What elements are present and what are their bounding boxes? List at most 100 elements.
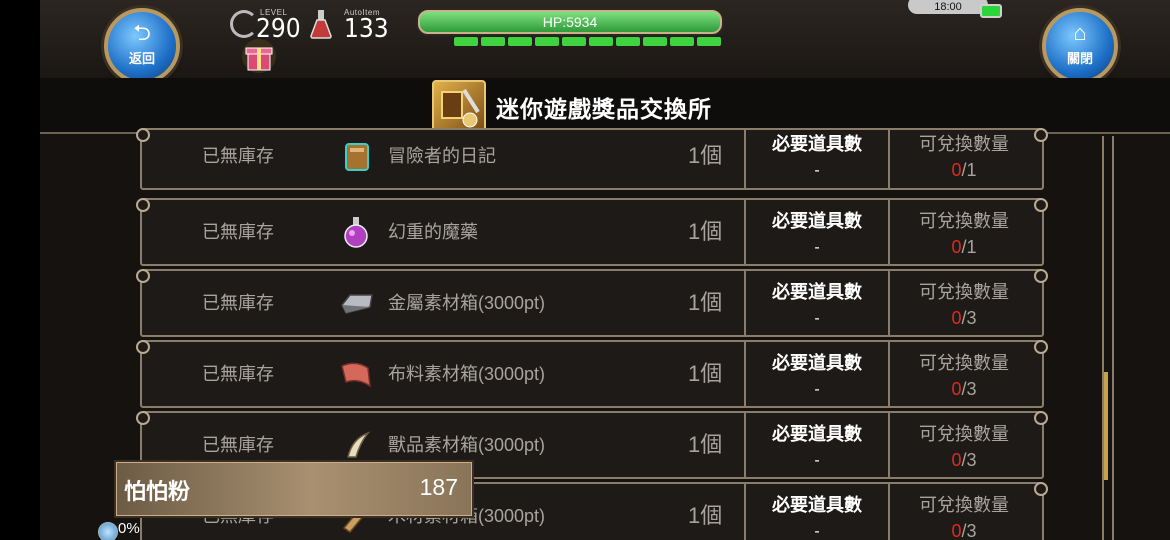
required-header: 必要道具數 (772, 211, 862, 231)
autoitem-value: 133 (344, 14, 389, 44)
exp-text: 0% (118, 520, 140, 537)
currency-name: 怕怕粉 (124, 479, 191, 504)
required-items-cell: 必要道具數 - (744, 200, 890, 264)
exchange-count: 0/3 (888, 379, 1040, 400)
exchange-current: 0 (951, 521, 962, 540)
exchange-max: /3 (961, 521, 977, 540)
stock-status: 已無庫存 (202, 222, 274, 242)
scrollbar-thumb[interactable] (1104, 372, 1108, 480)
required-header: 必要道具數 (772, 424, 862, 444)
back-button[interactable]: ⮌ 返回 (104, 8, 180, 84)
currency-panel: 怕怕粉 187 (114, 460, 474, 518)
hp-segment (616, 37, 640, 46)
hp-segment (643, 37, 667, 46)
back-button-label: 返回 (128, 51, 155, 66)
item-name: 布料素材箱(3000pt) (388, 364, 546, 384)
hp-segment (454, 37, 478, 46)
item-quantity: 1個 (688, 503, 723, 528)
stock-status: 已無庫存 (202, 146, 274, 166)
exchangeable-cell: 可兌換數量 0/3 (888, 271, 1040, 335)
hp-segment (481, 37, 505, 46)
exchange-max: /3 (961, 379, 977, 399)
title-bar: 迷你遊戲獎品交換所 (40, 78, 1170, 134)
exchange-header: 可兌換數量 (919, 424, 1009, 444)
required-items-cell: 必要道具數 - (744, 342, 890, 406)
page-title: 迷你遊戲獎品交換所 (496, 96, 712, 122)
exchangeable-cell: 可兌換數量 0/3 (888, 342, 1040, 406)
item-name: 冒險者的日記 (388, 146, 496, 166)
item-quantity: 1個 (688, 432, 723, 457)
exchange-header: 可兌換數量 (919, 134, 1009, 154)
required-value: - (814, 523, 820, 540)
hp-segment (562, 37, 586, 46)
required-items-cell: 必要道具數 - (744, 130, 890, 188)
item-quantity: 1個 (688, 290, 723, 315)
currency-value: 187 (419, 474, 458, 500)
item-quantity: 1個 (688, 361, 723, 386)
exchange-current: 0 (951, 379, 962, 399)
exp-orb-icon (98, 522, 118, 540)
required-header: 必要道具數 (772, 495, 862, 515)
hp-segments (454, 37, 721, 46)
hp-segment (589, 37, 613, 46)
exchange-header: 可兌換數量 (919, 211, 1009, 231)
required-value: - (814, 310, 820, 327)
exchange-current: 0 (951, 160, 962, 180)
gift-icon[interactable] (240, 38, 278, 74)
close-button-label: 關閉 (1066, 51, 1093, 66)
item-name: 幻重的魔藥 (388, 222, 478, 242)
hp-segment (697, 37, 721, 46)
required-header: 必要道具數 (772, 282, 862, 302)
exchange-count: 0/3 (888, 308, 1040, 329)
item-quantity: 1個 (688, 219, 723, 244)
required-value: - (814, 381, 820, 398)
required-items-cell: 必要道具數 - (744, 413, 890, 477)
exchange-max: /1 (961, 237, 977, 257)
top-hud: ⮌ 返回 LEVEL 290 AutoItem 133 HP:5934 18:0… (40, 0, 1170, 94)
prize-row[interactable]: 已無庫存 幻重的魔藥 1個 必要道具數 - 可兌換數量 0/1 (136, 198, 1048, 266)
exchange-header: 可兌換數量 (919, 282, 1009, 302)
hp-segment (535, 37, 559, 46)
cloth-icon (341, 362, 371, 388)
battery-icon (980, 4, 1002, 18)
close-button[interactable]: ⌂ 關閉 (1042, 8, 1118, 84)
required-value: - (814, 452, 820, 469)
stock-status: 已無庫存 (202, 364, 274, 384)
exchange-header: 可兌換數量 (919, 353, 1009, 373)
book-icon (345, 143, 369, 171)
refresh-icon (230, 10, 258, 38)
prize-row[interactable]: 已無庫存 冒險者的日記 1個 必要道具數 - 可兌換數量 0/1 (136, 128, 1048, 190)
required-header: 必要道具數 (772, 134, 862, 154)
exchange-count: 0/1 (888, 237, 1040, 258)
hp-segment (508, 37, 532, 46)
required-items-cell: 必要道具數 - (744, 484, 890, 540)
flask-icon (310, 10, 332, 39)
exchange-count: 0/3 (888, 450, 1040, 471)
exchangeable-cell: 可兌換數量 0/3 (888, 484, 1040, 540)
exchange-current: 0 (951, 237, 962, 257)
exchange-max: /1 (961, 160, 977, 180)
required-header: 必要道具數 (772, 353, 862, 373)
required-items-cell: 必要道具數 - (744, 271, 890, 335)
prize-row[interactable]: 已無庫存 布料素材箱(3000pt) 1個 必要道具數 - 可兌換數量 0/3 (136, 340, 1048, 408)
exchangeable-cell: 可兌換數量 0/1 (888, 200, 1040, 264)
exchangeable-cell: 可兌換數量 0/1 (888, 130, 1040, 194)
metal-ingot-icon (341, 294, 373, 314)
exchange-count: 0/1 (888, 160, 1040, 181)
required-value: - (814, 239, 820, 256)
item-quantity: 1個 (688, 143, 723, 168)
fang-icon (347, 431, 371, 458)
required-value: - (814, 162, 820, 179)
exchange-max: /3 (961, 450, 977, 470)
stock-status: 已無庫存 (202, 293, 274, 313)
autoitem-stat: AutoItem 133 (344, 8, 389, 44)
exchange-max: /3 (961, 308, 977, 328)
exchange-header: 可兌換數量 (919, 495, 1009, 515)
hp-segment (670, 37, 694, 46)
item-name: 金屬素材箱(3000pt) (388, 293, 546, 313)
home-icon: ⌂ (1073, 20, 1087, 45)
exchange-count: 0/3 (888, 521, 1040, 540)
clock: 18:00 (908, 0, 988, 14)
exchange-current: 0 (951, 450, 962, 470)
prize-row[interactable]: 已無庫存 金屬素材箱(3000pt) 1個 必要道具數 - 可兌換數量 0/3 (136, 269, 1048, 337)
